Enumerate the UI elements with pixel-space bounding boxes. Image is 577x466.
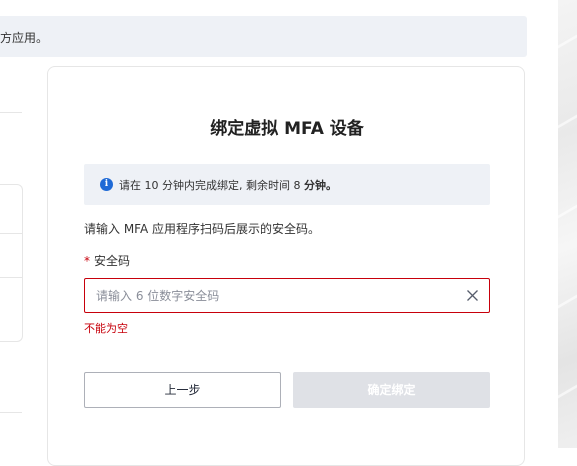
- close-icon[interactable]: [466, 289, 479, 302]
- background-divider: [0, 412, 22, 413]
- banner-text: 方应用。: [0, 31, 49, 45]
- top-banner: 方应用。: [0, 16, 527, 57]
- confirm-bind-button[interactable]: 确定绑定: [293, 372, 490, 408]
- validation-error: 不能为空: [84, 322, 128, 335]
- security-code-label: * 安全码: [84, 252, 130, 269]
- previous-step-button[interactable]: 上一步: [84, 372, 281, 408]
- security-code-input[interactable]: [96, 279, 456, 312]
- background-decoration: [558, 0, 577, 448]
- dialog-title: 绑定虚拟 MFA 设备: [210, 119, 364, 139]
- info-icon: i: [100, 178, 113, 191]
- background-list-row-divider: [0, 233, 22, 234]
- background-list-box: [0, 184, 23, 342]
- countdown-notice-emphasis: 分钟。: [303, 179, 337, 192]
- countdown-notice-prefix: 请在 10 分钟内完成绑定, 剩余时间 8: [119, 179, 304, 192]
- countdown-notice-text: 请在 10 分钟内完成绑定, 剩余时间 8 分钟。: [119, 177, 337, 193]
- security-code-label-text: 安全码: [94, 254, 131, 268]
- background-list-row-divider: [0, 277, 22, 278]
- countdown-notice: i 请在 10 分钟内完成绑定, 剩余时间 8 分钟。: [84, 164, 490, 205]
- instruction-text: 请输入 MFA 应用程序扫码后展示的安全码。: [84, 222, 320, 236]
- security-code-field: [84, 278, 490, 313]
- background-divider: [0, 112, 22, 113]
- required-mark: *: [84, 254, 90, 268]
